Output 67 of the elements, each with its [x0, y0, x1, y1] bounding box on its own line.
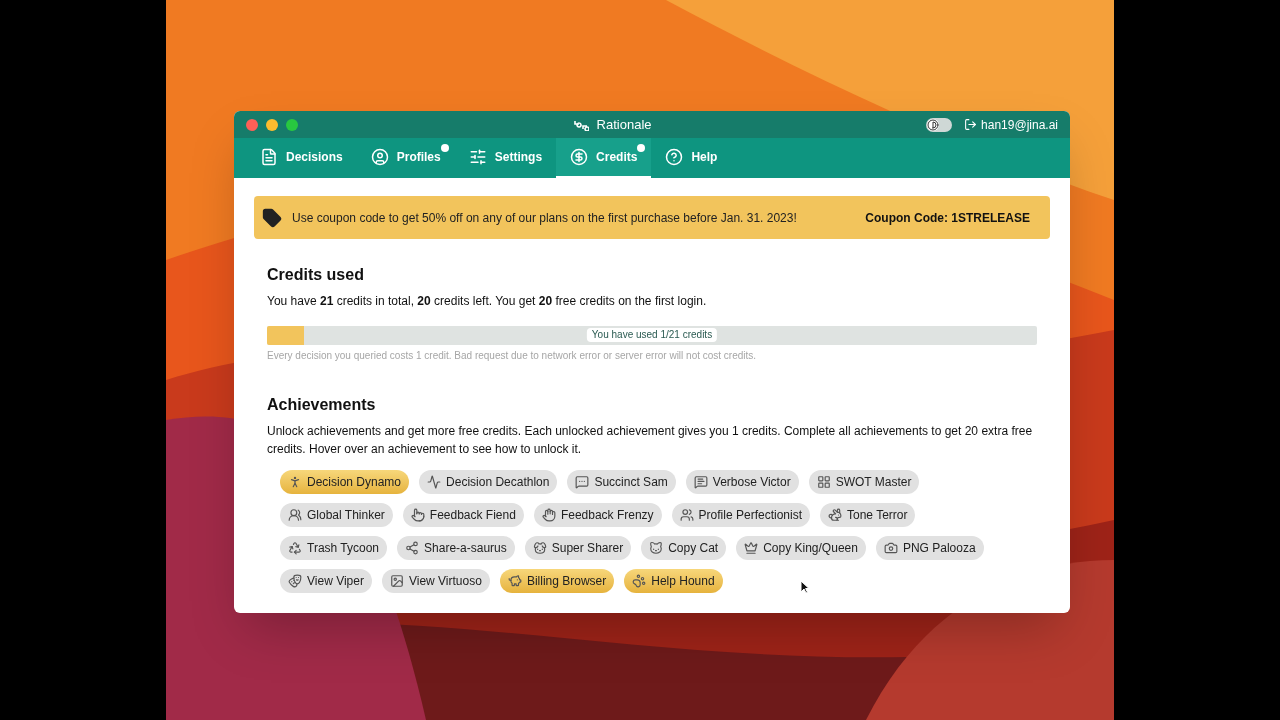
chat-bubble-icon	[575, 475, 590, 489]
users-icon	[679, 508, 694, 522]
pointer-hand-icon	[410, 508, 425, 522]
achievement-chip[interactable]: Decision Decathlon	[419, 470, 558, 494]
logout-button[interactable]: han19@jina.ai	[964, 115, 1058, 134]
tag-icon	[262, 207, 282, 228]
grid-icon	[816, 475, 831, 489]
tab[interactable]: Settings	[454, 138, 557, 178]
achievement-chip[interactable]: Profile Perfectionist	[671, 503, 810, 527]
achievement-chip[interactable]: SWOT Master	[808, 470, 920, 494]
achievement-chip[interactable]: Trash Tycoon	[280, 536, 388, 560]
people-icon	[288, 508, 302, 522]
contrast-icon	[927, 118, 940, 131]
zoom-control[interactable]	[286, 118, 298, 131]
coupon-text: Use coupon code to get 50% off on any of our plans on the first purchase before Jan. 31. 2023!	[292, 209, 798, 227]
tab[interactable]: Profiles	[356, 138, 455, 178]
cat-icon	[649, 541, 664, 555]
rabbit-icon	[828, 508, 842, 522]
credits-note: Every decision you queried costs 1 credit. Bad request due to network error or server error will not cost credits.	[267, 349, 758, 363]
piggy-bank-icon	[507, 574, 522, 588]
achievement-chip[interactable]: Succinct Sam	[567, 470, 676, 494]
coupon-code: Coupon Code: 1STRELEASE	[865, 209, 1030, 227]
achievement-chip[interactable]: Super Sharer	[524, 536, 632, 560]
minimize-control[interactable]	[266, 118, 278, 131]
tab[interactable]: Help	[651, 138, 732, 178]
achievement-chip[interactable]: Copy King/Queen	[736, 536, 866, 560]
dollar-icon	[570, 148, 589, 166]
achievement-chip[interactable]: Feedback Frenzy	[533, 503, 662, 527]
achievement-chip[interactable]: Global Thinker	[280, 503, 393, 527]
document-icon	[260, 148, 278, 166]
achievement-chip[interactable]: Billing Browser	[499, 569, 615, 593]
achievement-chip[interactable]: View Viper	[280, 569, 372, 593]
achievements-description: Unlock achievements and get more free credits. Each unlocked achievement gives you 1 credits. Complete all achievements to get 20 extra free credits. Hover over an achievement to see how to unlock it.	[267, 423, 1034, 458]
logo-icon	[572, 118, 589, 131]
credits-summary: You have 21 credits in total, 20 credits left. You get 20 free credits on the first login.	[267, 293, 708, 310]
sliders-icon	[468, 148, 487, 166]
tab[interactable]: Decisions	[246, 138, 357, 178]
logout-icon	[964, 118, 978, 131]
paw-icon	[632, 574, 647, 588]
mouse-pointer-icon	[800, 580, 810, 594]
achievement-chip[interactable]: Tone Terror	[820, 503, 916, 527]
usage-label: You have used 1/21 credits	[586, 328, 718, 342]
close-control[interactable]	[246, 118, 258, 131]
user-icon	[370, 148, 389, 166]
hand-icon	[541, 508, 556, 522]
dog-icon	[532, 541, 547, 555]
pulse-icon	[427, 475, 442, 489]
section-heading: Credits used	[267, 265, 365, 285]
camera-icon	[883, 541, 898, 555]
help-icon	[665, 148, 684, 166]
achievement-chip[interactable]: PNG Palooza	[875, 536, 984, 560]
theme-toggle[interactable]	[926, 117, 953, 132]
share-icon	[405, 541, 420, 555]
achievement-chip[interactable]: Decision Dynamo	[280, 470, 410, 494]
achievement-chip[interactable]: Share-a-saurus	[397, 536, 515, 560]
section-heading: Achievements	[267, 395, 377, 415]
achievement-chip[interactable]: Help Hound	[624, 569, 723, 593]
achievement-chip[interactable]: Copy Cat	[641, 536, 727, 560]
image-icon	[389, 574, 404, 588]
achievement-chip[interactable]: Feedback Fiend	[402, 503, 524, 527]
window-title: Rationale	[596, 115, 652, 134]
masks-icon	[288, 574, 302, 588]
message-icon	[693, 475, 708, 489]
recycle-icon	[288, 541, 302, 555]
achievement-chip[interactable]: Verbose Victor	[685, 470, 799, 494]
crown-icon	[744, 541, 759, 555]
achievement-chip[interactable]: View Virtuoso	[381, 569, 490, 593]
